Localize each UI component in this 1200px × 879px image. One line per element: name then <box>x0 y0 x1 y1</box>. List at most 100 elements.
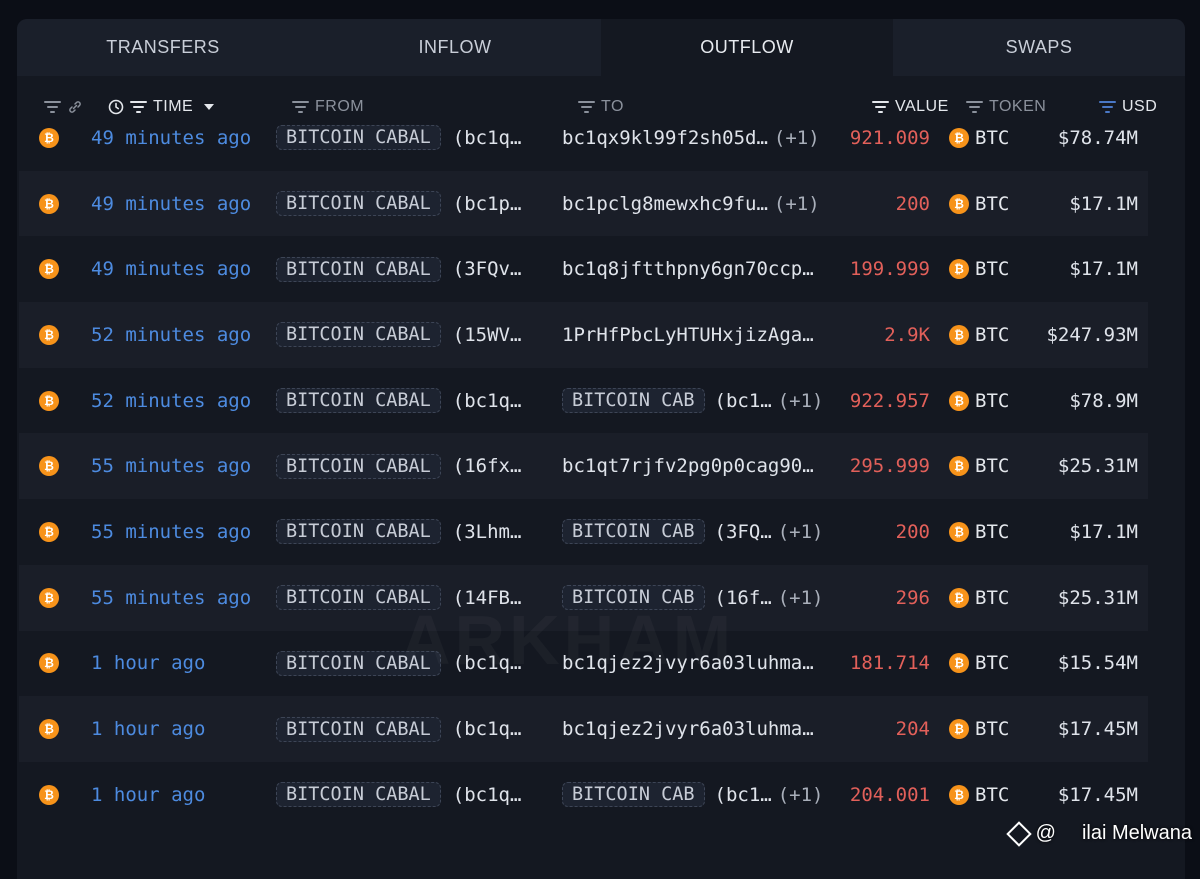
token-symbol: BTC <box>975 389 1010 412</box>
to-extra-count[interactable]: (+1) <box>774 127 820 149</box>
from-address[interactable]: (bc1q… <box>453 390 522 412</box>
diamond-icon <box>1005 820 1032 847</box>
to-address[interactable]: (3FQ… <box>715 521 772 543</box>
from-entity-tag[interactable]: BITCOIN CABAL <box>276 453 441 479</box>
bitcoin-icon: ₿ <box>949 653 969 674</box>
to-address[interactable]: (bc1… <box>715 390 772 412</box>
to-cell: bc1qx9kl99f2sh05d… (+1) <box>562 105 832 171</box>
token-cell[interactable]: ₿ BTC <box>949 433 1009 499</box>
table-row[interactable]: ₿ 55 minutes ago BITCOIN CABAL (16fx… bc1qt7… <box>19 433 1148 500</box>
from-entity-tag[interactable]: BITCOIN CABAL <box>276 782 441 808</box>
from-cell: BITCOIN CABAL (3FQv… <box>276 236 536 302</box>
token-cell[interactable]: ₿ BTC <box>949 565 1009 631</box>
table-row[interactable]: ₿ 49 minutes ago BITCOIN CABAL (bc1p… bc1pcl… <box>19 170 1148 237</box>
token-cell[interactable]: ₿ BTC <box>949 368 1009 434</box>
from-cell: BITCOIN CABAL (bc1p… <box>276 171 536 237</box>
tab-swaps[interactable]: SWAPS <box>893 19 1185 76</box>
to-extra-count[interactable]: (+1) <box>774 193 820 215</box>
time-link[interactable]: 49 minutes ago <box>91 105 251 171</box>
usd-amount: $17.1M <box>1069 258 1138 281</box>
to-address[interactable]: (bc1… <box>715 784 772 806</box>
time-link[interactable]: 49 minutes ago <box>91 236 251 302</box>
transaction-list: ₿ 49 minutes ago BITCOIN CABAL (bc1q… bc1qx9… <box>19 105 1148 828</box>
chain-cell: ₿ <box>39 236 59 302</box>
table-row[interactable]: ₿ 55 minutes ago BITCOIN CABAL (3Lhm… BITCOI… <box>19 499 1148 565</box>
value-amount: 921.009 <box>849 126 930 149</box>
credit-name: ilai Melwana <box>1081 822 1192 844</box>
token-cell[interactable]: ₿ BTC <box>949 696 1009 762</box>
tab-transfers[interactable]: TRANSFERS <box>17 19 309 76</box>
usd-amount: $17.1M <box>1069 520 1138 543</box>
to-entity-tag[interactable]: BITCOIN CAB <box>562 388 705 414</box>
bitcoin-icon: ₿ <box>949 784 969 805</box>
time-link[interactable]: 1 hour ago <box>91 696 205 762</box>
to-address[interactable]: bc1q8jftthpny6gn70ccp… <box>562 258 814 280</box>
bitcoin-icon: ₿ <box>39 127 59 148</box>
from-entity-tag[interactable]: BITCOIN CABAL <box>276 716 441 742</box>
table-row[interactable]: ₿ 52 minutes ago BITCOIN CABAL (15WV… 1PrHfP… <box>19 302 1148 368</box>
value-amount: 204 <box>895 718 930 741</box>
bitcoin-icon: ₿ <box>39 784 59 805</box>
to-address[interactable]: bc1qjez2jvyr6a03luhma… <box>562 718 814 740</box>
time-link[interactable]: 52 minutes ago <box>91 368 251 434</box>
to-address[interactable]: 1PrHfPbcLyHTUHxjizAga… <box>562 324 814 346</box>
token-symbol: BTC <box>975 783 1010 806</box>
token-cell[interactable]: ₿ BTC <box>949 171 1009 237</box>
time-link[interactable]: 55 minutes ago <box>91 433 251 499</box>
chain-cell: ₿ <box>39 565 59 631</box>
from-address[interactable]: (bc1p… <box>453 193 522 215</box>
token-cell[interactable]: ₿ BTC <box>949 631 1009 697</box>
from-entity-tag[interactable]: BITCOIN CABAL <box>276 256 441 282</box>
table-row[interactable]: ₿ 49 minutes ago BITCOIN CABAL (3FQv… bc1q8j… <box>19 236 1148 302</box>
token-cell[interactable]: ₿ BTC <box>949 499 1009 565</box>
from-cell: BITCOIN CABAL (16fx… <box>276 433 536 499</box>
token-cell[interactable]: ₿ BTC <box>949 236 1009 302</box>
time-link[interactable]: 1 hour ago <box>91 631 205 697</box>
to-extra-count[interactable]: (+1) <box>778 521 824 543</box>
table-row[interactable]: ₿ 1 hour ago BITCOIN CABAL (bc1q… bc1qjez2jv… <box>19 696 1148 762</box>
to-address[interactable]: bc1qx9kl99f2sh05d… <box>562 127 768 149</box>
table-row[interactable]: ₿ 49 minutes ago BITCOIN CABAL (bc1q… bc1qx9… <box>19 105 1148 171</box>
table-row[interactable]: ₿ 1 hour ago BITCOIN CABAL (bc1q… BITCOIN CA… <box>19 762 1148 828</box>
from-address[interactable]: (bc1q… <box>453 784 522 806</box>
from-address[interactable]: (3Lhm… <box>453 521 522 543</box>
to-cell: 1PrHfPbcLyHTUHxjizAga… <box>562 302 832 368</box>
tab-outflow[interactable]: OUTFLOW <box>601 19 893 76</box>
token-cell[interactable]: ₿ BTC <box>949 302 1009 368</box>
from-address[interactable]: (bc1q… <box>453 127 522 149</box>
from-cell: BITCOIN CABAL (bc1q… <box>276 105 536 171</box>
to-extra-count[interactable]: (+1) <box>778 587 824 609</box>
from-address[interactable]: (16fx… <box>453 455 522 477</box>
from-entity-tag[interactable]: BITCOIN CABAL <box>276 519 441 545</box>
to-entity-tag[interactable]: BITCOIN CAB <box>562 782 705 808</box>
from-address[interactable]: (bc1q… <box>453 718 522 740</box>
time-link[interactable]: 52 minutes ago <box>91 302 251 368</box>
from-entity-tag[interactable]: BITCOIN CABAL <box>276 388 441 414</box>
bitcoin-icon: ₿ <box>949 587 969 608</box>
from-address[interactable]: (3FQv… <box>453 258 522 280</box>
from-entity-tag[interactable]: BITCOIN CABAL <box>276 191 441 217</box>
chain-cell: ₿ <box>39 171 59 237</box>
chain-cell: ₿ <box>39 499 59 565</box>
token-cell[interactable]: ₿ BTC <box>949 105 1009 171</box>
to-extra-count[interactable]: (+1) <box>778 784 824 806</box>
to-extra-count[interactable]: (+1) <box>778 390 824 412</box>
bitcoin-icon: ₿ <box>39 587 59 608</box>
from-cell: BITCOIN CABAL (bc1q… <box>276 696 536 762</box>
value-amount: 204.001 <box>849 783 930 806</box>
tab-inflow[interactable]: INFLOW <box>309 19 601 76</box>
to-address[interactable]: bc1pclg8mewxhc9fu… <box>562 193 768 215</box>
token-cell[interactable]: ₿ BTC <box>949 762 1009 828</box>
from-entity-tag[interactable]: BITCOIN CABAL <box>276 322 441 348</box>
time-link[interactable]: 1 hour ago <box>91 762 205 828</box>
from-address[interactable]: (15WV… <box>453 324 522 346</box>
to-address[interactable]: bc1qt7rjfv2pg0p0cag90… <box>562 455 814 477</box>
time-link[interactable]: 55 minutes ago <box>91 499 251 565</box>
to-cell: BITCOIN CAB (bc1… (+1) <box>562 762 832 828</box>
time-link[interactable]: 49 minutes ago <box>91 171 251 237</box>
from-entity-tag[interactable]: BITCOIN CABAL <box>276 125 441 151</box>
table-row[interactable]: ₿ 52 minutes ago BITCOIN CABAL (bc1q… BITCOI… <box>19 368 1148 434</box>
to-entity-tag[interactable]: BITCOIN CAB <box>562 519 705 545</box>
token-symbol: BTC <box>975 258 1010 281</box>
time-link[interactable]: 55 minutes ago <box>91 565 251 631</box>
